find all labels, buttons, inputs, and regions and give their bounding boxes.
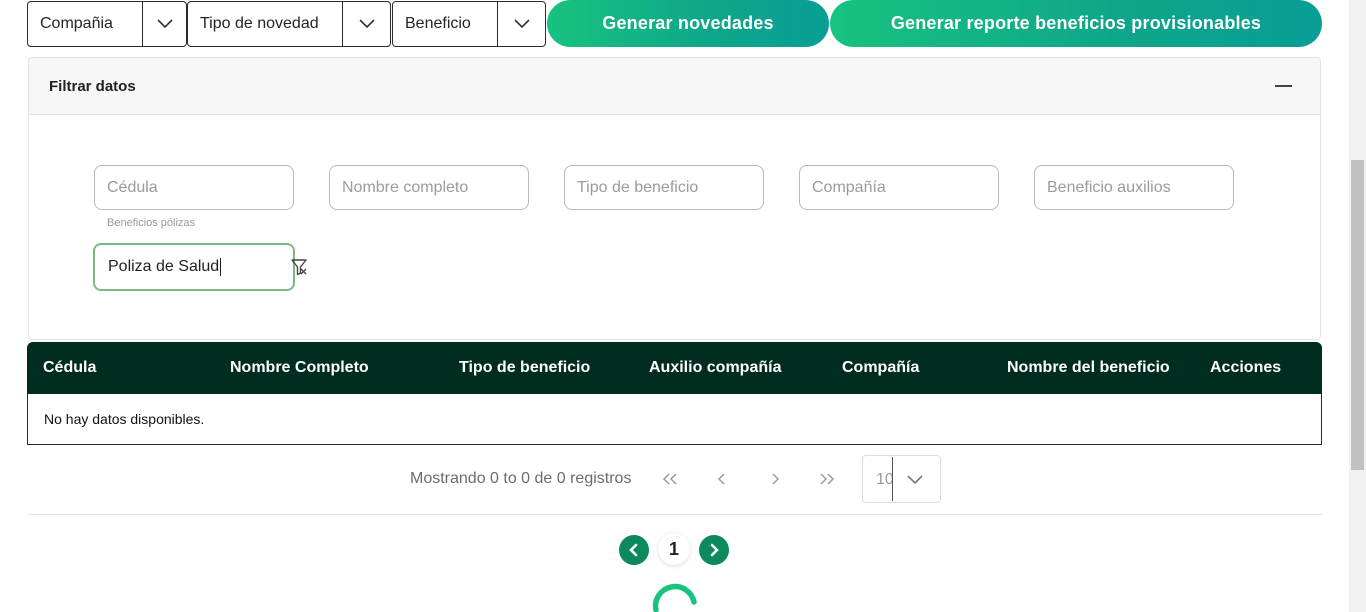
company-dropdown-label: Compañia — [40, 15, 113, 32]
filter-card-header: Filtrar datos — [29, 58, 1320, 115]
polizas-field-label: Beneficios pólizas — [107, 217, 196, 229]
polizas-value: Poliza de Salud — [108, 258, 220, 275]
nombre-placeholder: Nombre completo — [342, 178, 469, 196]
pager-next-button[interactable] — [699, 535, 729, 565]
chevron-down-icon[interactable] — [142, 2, 186, 46]
table-empty-row: No hay datos disponibles. — [27, 394, 1322, 445]
compania-input[interactable]: Compañía — [799, 165, 999, 210]
beneficios-polizas-input[interactable]: Poliza de Salud — [93, 243, 295, 291]
collapse-icon[interactable] — [1275, 85, 1292, 87]
tipo-beneficio-input[interactable]: Tipo de beneficio — [564, 165, 764, 210]
next-page-icon[interactable] — [763, 469, 787, 490]
auxilios-placeholder: Beneficio auxilios — [1047, 178, 1171, 196]
filter-title: Filtrar datos — [49, 77, 136, 95]
cedula-input[interactable]: Cédula — [94, 165, 294, 210]
empty-message: No hay datos disponibles. — [44, 411, 205, 427]
scrollbar-thumb[interactable] — [1351, 160, 1364, 470]
chevron-right-icon — [710, 543, 719, 557]
col-nombre-beneficio[interactable]: Nombre del beneficio — [1007, 342, 1170, 394]
col-tipo-beneficio[interactable]: Tipo de beneficio — [459, 342, 590, 394]
novelty-type-dropdown[interactable]: Tipo de novedad — [187, 1, 391, 47]
cedula-placeholder: Cédula — [107, 178, 158, 196]
generate-report-button[interactable]: Generar reporte beneficios provisionable… — [830, 0, 1322, 47]
chevron-left-icon — [629, 543, 638, 557]
page: Compañia Tipo de novedad Beneficio Gener… — [0, 0, 1366, 612]
generate-news-button[interactable]: Generar novedades — [547, 0, 829, 47]
benefit-dropdown[interactable]: Beneficio — [392, 1, 546, 47]
nombre-completo-input[interactable]: Nombre completo — [329, 165, 529, 210]
chevron-down-icon[interactable] — [907, 472, 923, 490]
company-dropdown[interactable]: Compañia — [27, 1, 187, 47]
chevron-down-icon[interactable] — [342, 2, 390, 46]
page-size-select[interactable]: 10 — [862, 455, 941, 503]
page-size-divider — [892, 457, 893, 501]
pagination-summary: Mostrando 0 to 0 de 0 registros — [410, 470, 632, 487]
text-caret — [220, 258, 222, 276]
divider — [27, 514, 1322, 515]
last-page-icon[interactable] — [815, 469, 839, 490]
benefit-dropdown-label: Beneficio — [405, 15, 471, 32]
benefits-table: Cédula Nombre Completo Tipo de beneficio… — [27, 342, 1322, 445]
pager-current-page[interactable]: 1 — [658, 533, 690, 565]
tipo-placeholder: Tipo de beneficio — [577, 178, 699, 196]
chevron-down-icon[interactable] — [497, 2, 545, 46]
first-page-icon[interactable] — [658, 469, 682, 490]
table-header: Cédula Nombre Completo Tipo de beneficio… — [27, 342, 1322, 394]
compania-placeholder: Compañía — [812, 178, 886, 196]
col-auxilio-compania[interactable]: Auxilio compañía — [649, 342, 781, 394]
pager-prev-button[interactable] — [619, 535, 649, 565]
prev-page-icon[interactable] — [710, 469, 734, 490]
loading-spinner-icon — [650, 576, 700, 612]
clear-filter-icon[interactable] — [290, 258, 308, 281]
col-acciones: Acciones — [1210, 359, 1282, 376]
novelty-type-dropdown-label: Tipo de novedad — [200, 15, 319, 32]
col-cedula[interactable]: Cédula — [43, 342, 96, 394]
col-nombre-completo[interactable]: Nombre Completo — [230, 342, 369, 394]
col-compania[interactable]: Compañía — [842, 342, 919, 394]
beneficio-auxilios-input[interactable]: Beneficio auxilios — [1034, 165, 1234, 210]
